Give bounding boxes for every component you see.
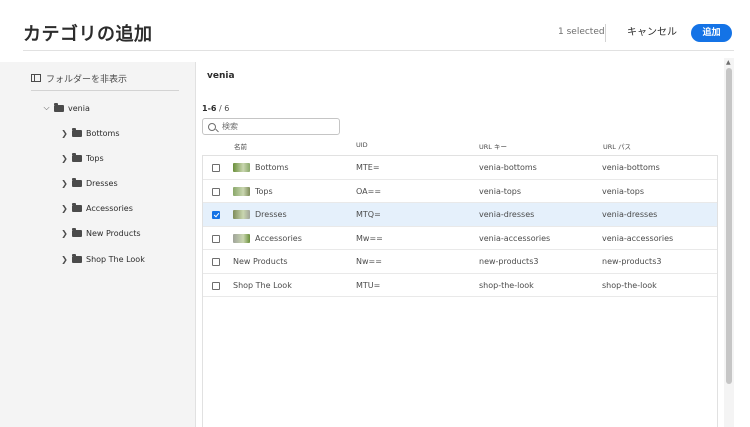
folder-icon [72,127,82,137]
hide-folders-toggle[interactable]: フォルダーを非表示 [31,71,127,85]
tree-item[interactable]: ❯ Accessories [60,202,133,216]
table-row[interactable]: Dresses MTQ= venia-dresses venia-dresses [203,203,717,227]
category-thumbnail [233,233,250,243]
tree-item-label: New Products [86,229,141,239]
count-range: 1-6 [202,104,217,113]
chevron-right-icon[interactable]: ❯ [60,154,69,163]
row-checkbox[interactable] [212,281,220,290]
folder-sidebar: フォルダーを非表示 ⌵ venia ❯ Bottoms ❯ Tops ❯ Dresses ❯… [0,62,196,427]
chevron-right-icon[interactable]: ❯ [60,129,69,138]
folder-icon [72,228,82,238]
category-table: Bottoms MTE= venia-bottoms venia-bottoms Top… [202,155,718,427]
cell-url-path: venia-dresses [602,210,658,219]
column-header-name[interactable]: 名前 [234,141,247,151]
category-thumbnail [233,210,250,219]
scroll-up-icon[interactable]: ▲ [726,59,731,66]
selection-count: 1 selected [558,27,605,37]
folder-icon [72,253,82,263]
row-checkbox[interactable] [212,164,220,172]
chevron-right-icon[interactable]: ❯ [60,229,69,238]
folder-icon [72,152,82,162]
table-row[interactable]: Shop The Look MTU= shop-the-look shop-the-l… [203,274,717,297]
table-row[interactable]: Tops OA== venia-tops venia-tops [203,180,717,203]
chevron-down-icon[interactable]: ⌵ [42,103,51,113]
cell-name: Accessories [255,233,302,243]
cell-uid: MTU= [356,280,381,290]
chevron-right-icon[interactable]: ❯ [60,204,69,213]
folder-icon [72,203,82,213]
cell-name: Shop The Look [233,280,292,290]
folder-icon [72,177,82,187]
chevron-right-icon[interactable]: ❯ [60,255,69,264]
cell-url-path: venia-accessories [602,233,674,243]
header-rule [23,50,734,51]
cell-uid: Nw== [356,257,382,266]
cancel-button[interactable]: キャンセル [627,24,677,42]
tree-item-label: Accessories [86,204,133,214]
cell-uid: OA== [356,186,382,196]
tree-item-venia[interactable]: ⌵ venia [42,101,90,115]
cell-url-key: venia-tops [479,186,522,196]
cell-uid: MTE= [356,163,380,172]
sidebar-rule [31,90,179,91]
row-checkbox[interactable] [212,258,220,266]
search-input[interactable] [222,122,332,131]
cell-url-path: new-products3 [602,257,662,266]
column-header-url-key[interactable]: URL キー [479,141,507,151]
dialog-header: カテゴリの追加 1 selected キャンセル 追加 [0,0,750,51]
cell-name: New Products [233,257,288,266]
row-checkbox[interactable] [212,234,220,243]
tree-item[interactable]: ❯ Bottoms [60,126,120,140]
tree-item[interactable]: ❯ Tops [60,151,104,165]
tree-item-label: Bottoms [86,128,120,138]
chevron-right-icon[interactable]: ❯ [60,179,69,188]
dialog-title: カテゴリの追加 [23,24,153,45]
add-button[interactable]: 追加 [691,24,732,42]
count-total: / 6 [216,104,230,113]
cell-url-key: venia-dresses [479,210,535,219]
cell-url-key: venia-bottoms [479,163,537,172]
column-header-url-path[interactable]: URL パス [603,141,631,151]
table-row[interactable]: Accessories Mw== venia-accessories venia-ac… [203,227,717,250]
tree-item-label: Shop The Look [86,254,145,264]
main-panel: venia 1-6 / 6 名前 UID URL キー URL パス Botto… [196,62,724,427]
table-row[interactable]: Bottoms MTE= venia-bottoms venia-bottoms [203,156,717,180]
tree-item-label: Dresses [86,178,118,188]
row-checkbox[interactable] [212,187,220,196]
cell-url-path: shop-the-look [602,280,657,290]
cell-name: Dresses [255,210,287,219]
header-divider [605,24,606,42]
tree-item[interactable]: ❯ Shop The Look [60,252,145,266]
search-icon [208,122,216,131]
row-checkbox[interactable] [212,211,220,219]
tree-item-label: Tops [86,153,104,163]
hide-folders-label: フォルダーを非表示 [46,74,128,85]
scrollbar-thumb[interactable] [726,68,732,384]
tree-item-label: venia [68,103,90,113]
tree-item[interactable]: ❯ Dresses [60,176,118,190]
cell-url-key: shop-the-look [479,280,534,290]
category-thumbnail [233,163,250,172]
sidebar-toggle-icon [31,74,41,82]
folder-open-icon [54,102,64,112]
category-thumbnail [233,186,250,196]
cell-name: Bottoms [255,163,289,172]
tree-item[interactable]: ❯ New Products [60,227,141,241]
cell-url-path: venia-bottoms [602,163,660,172]
column-header-uid[interactable]: UID [356,141,368,149]
cell-url-key: new-products3 [479,257,539,266]
cell-uid: Mw== [356,233,383,243]
item-count: 1-6 / 6 [202,104,229,113]
search-field[interactable] [202,118,340,135]
cell-url-key: venia-accessories [479,233,551,243]
cell-url-path: venia-tops [602,186,645,196]
cell-uid: MTQ= [356,210,381,219]
cell-name: Tops [255,186,273,196]
current-folder-title: venia [207,71,235,81]
table-row[interactable]: New Products Nw== new-products3 new-product… [203,250,717,274]
